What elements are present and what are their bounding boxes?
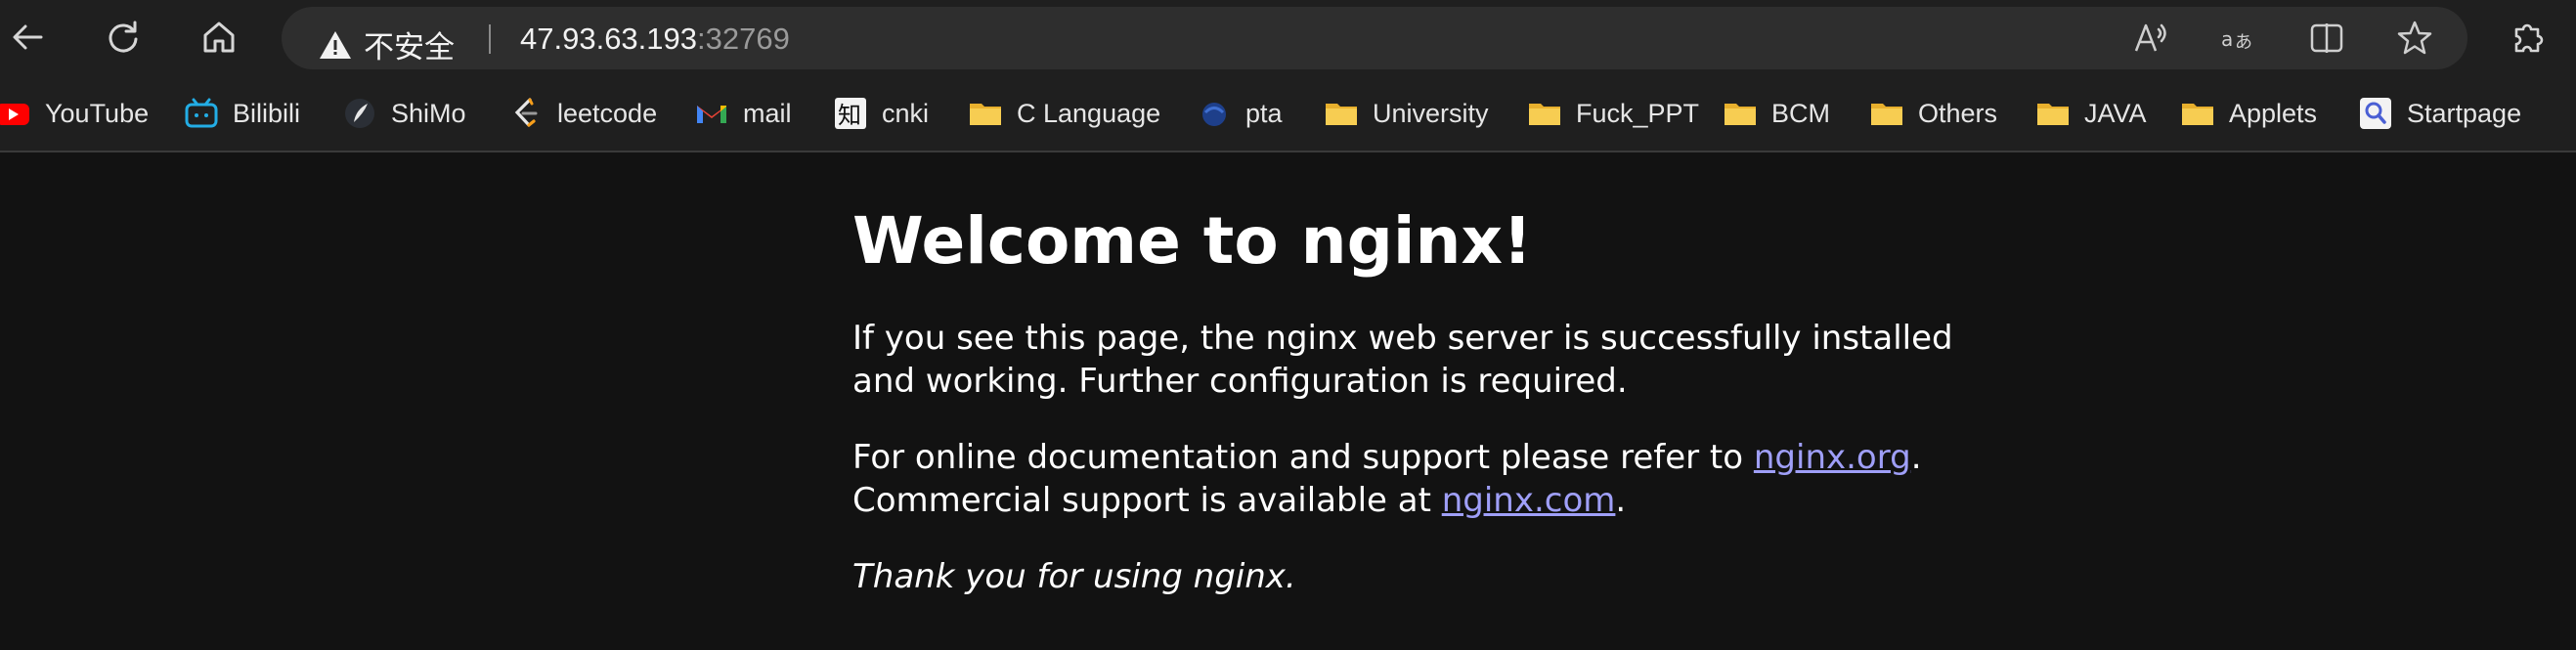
intro-paragraph: If you see this page, the nginx web serv… bbox=[852, 319, 1953, 401]
bookmark-folder-fuck-ppt[interactable]: Fuck_PPT bbox=[1527, 88, 1699, 139]
bookmark-shimo[interactable]: ShiMo bbox=[342, 88, 466, 139]
commercial-text: Commercial support is available at bbox=[852, 481, 1442, 520]
bookmark-label: pta bbox=[1245, 98, 1283, 128]
leetcode-icon bbox=[508, 96, 544, 131]
svg-text:a: a bbox=[2221, 27, 2233, 51]
home-button[interactable] bbox=[192, 12, 246, 63]
bookmark-folder-bcm[interactable]: BCM bbox=[1723, 88, 1830, 139]
commercial-period: . bbox=[1615, 481, 1627, 520]
bookmark-label: JAVA bbox=[2084, 98, 2147, 128]
security-warning-label: 不安全 bbox=[364, 30, 455, 65]
bilibili-icon bbox=[184, 96, 219, 131]
bookmark-label: Startpage bbox=[2407, 98, 2522, 128]
puzzle-icon bbox=[2514, 23, 2544, 53]
home-icon bbox=[203, 22, 235, 53]
support-paragraph: For online documentation and support ple… bbox=[852, 436, 2026, 522]
folder-icon bbox=[2180, 96, 2215, 131]
startpage-icon bbox=[2358, 96, 2393, 131]
security-indicator[interactable]: 不安全 bbox=[319, 22, 455, 66]
warning-icon bbox=[320, 30, 351, 59]
back-button[interactable] bbox=[0, 12, 55, 63]
youtube-icon bbox=[0, 96, 31, 131]
address-divider bbox=[489, 24, 491, 54]
bookmark-label: Others bbox=[1918, 98, 1998, 128]
read-aloud-icon bbox=[2134, 23, 2166, 52]
url-host: 47.93.63.193 bbox=[520, 22, 698, 56]
pta-icon bbox=[1197, 96, 1232, 131]
translate-button[interactable]: a あ bbox=[2217, 17, 2260, 60]
bookmark-label: ShiMo bbox=[391, 98, 466, 128]
bookmark-label: cnki bbox=[882, 98, 930, 128]
folder-icon bbox=[1869, 96, 1904, 131]
bookmark-leetcode[interactable]: leetcode bbox=[508, 88, 657, 139]
bookmark-folder-c-language[interactable]: C Language bbox=[968, 88, 1160, 139]
support-text: For online documentation and support ple… bbox=[852, 438, 1754, 477]
favorite-button[interactable] bbox=[2393, 17, 2436, 60]
nginx-com-link[interactable]: nginx.com bbox=[1442, 481, 1616, 520]
bookmark-folder-university[interactable]: University bbox=[1324, 88, 1489, 139]
extensions-button[interactable] bbox=[2507, 16, 2550, 59]
bookmark-label: C Language bbox=[1017, 98, 1161, 128]
bookmark-label: Applets bbox=[2229, 98, 2318, 128]
shimo-icon bbox=[342, 96, 377, 131]
folder-icon bbox=[1723, 96, 1758, 131]
url-text[interactable]: 47.93.63.193:32769 bbox=[520, 22, 790, 57]
folder-icon bbox=[2035, 96, 2071, 131]
bookmarks-bar: YouTube Bilibili ShiMo leetcode mail 知 c… bbox=[0, 76, 2576, 152]
bookmark-label: University bbox=[1373, 98, 1489, 128]
browser-toolbar: 不安全 47.93.63.193:32769 a あ bbox=[0, 0, 2576, 76]
folder-icon bbox=[968, 96, 1003, 131]
bookmark-cnki[interactable]: 知 cnki bbox=[833, 88, 929, 139]
bookmark-label: Fuck_PPT bbox=[1576, 98, 1700, 128]
bookmark-folder-applets[interactable]: Applets bbox=[2180, 88, 2317, 139]
thanks-text: Thank you for using nginx. bbox=[852, 557, 1296, 596]
thanks-paragraph: Thank you for using nginx. bbox=[852, 555, 2026, 598]
folder-icon bbox=[1324, 96, 1359, 131]
bookmark-folder-java[interactable]: JAVA bbox=[2035, 88, 2147, 139]
bookmark-label: YouTube bbox=[45, 98, 150, 128]
translate-icon: a あ bbox=[2221, 27, 2252, 53]
back-arrow-icon bbox=[13, 24, 43, 50]
url-port: :32769 bbox=[697, 22, 790, 56]
refresh-button[interactable] bbox=[96, 12, 151, 63]
gmail-icon bbox=[694, 96, 729, 131]
nginx-org-link[interactable]: nginx.org bbox=[1754, 438, 1911, 477]
bookmark-label: Bilibili bbox=[233, 98, 301, 128]
split-screen-icon bbox=[2310, 23, 2343, 53]
star-icon bbox=[2397, 21, 2432, 55]
page-content: Welcome to nginx! If you see this page, … bbox=[852, 154, 2026, 598]
svg-text:あ: あ bbox=[2235, 32, 2252, 53]
bookmark-label: BCM bbox=[1771, 98, 1830, 128]
bookmark-label: leetcode bbox=[557, 98, 658, 128]
split-screen-button[interactable] bbox=[2305, 17, 2348, 60]
bookmark-bilibili[interactable]: Bilibili bbox=[184, 88, 300, 139]
read-aloud-button[interactable] bbox=[2129, 17, 2172, 60]
page-title: Welcome to nginx! bbox=[852, 203, 1533, 279]
bookmark-youtube[interactable]: YouTube bbox=[0, 88, 149, 139]
svg-text:知: 知 bbox=[838, 102, 861, 129]
bookmark-mail[interactable]: mail bbox=[694, 88, 792, 139]
support-period: . bbox=[1910, 438, 1922, 477]
bookmark-pta[interactable]: pta bbox=[1197, 88, 1283, 139]
bookmark-label: mail bbox=[743, 98, 792, 128]
address-bar[interactable]: 不安全 47.93.63.193:32769 a あ bbox=[282, 7, 2467, 69]
folder-icon bbox=[1527, 96, 1562, 131]
bookmark-folder-others[interactable]: Others bbox=[1869, 88, 1997, 139]
cnki-icon: 知 bbox=[833, 96, 868, 131]
refresh-icon bbox=[109, 21, 138, 53]
bookmark-startpage[interactable]: Startpage bbox=[2358, 88, 2521, 139]
